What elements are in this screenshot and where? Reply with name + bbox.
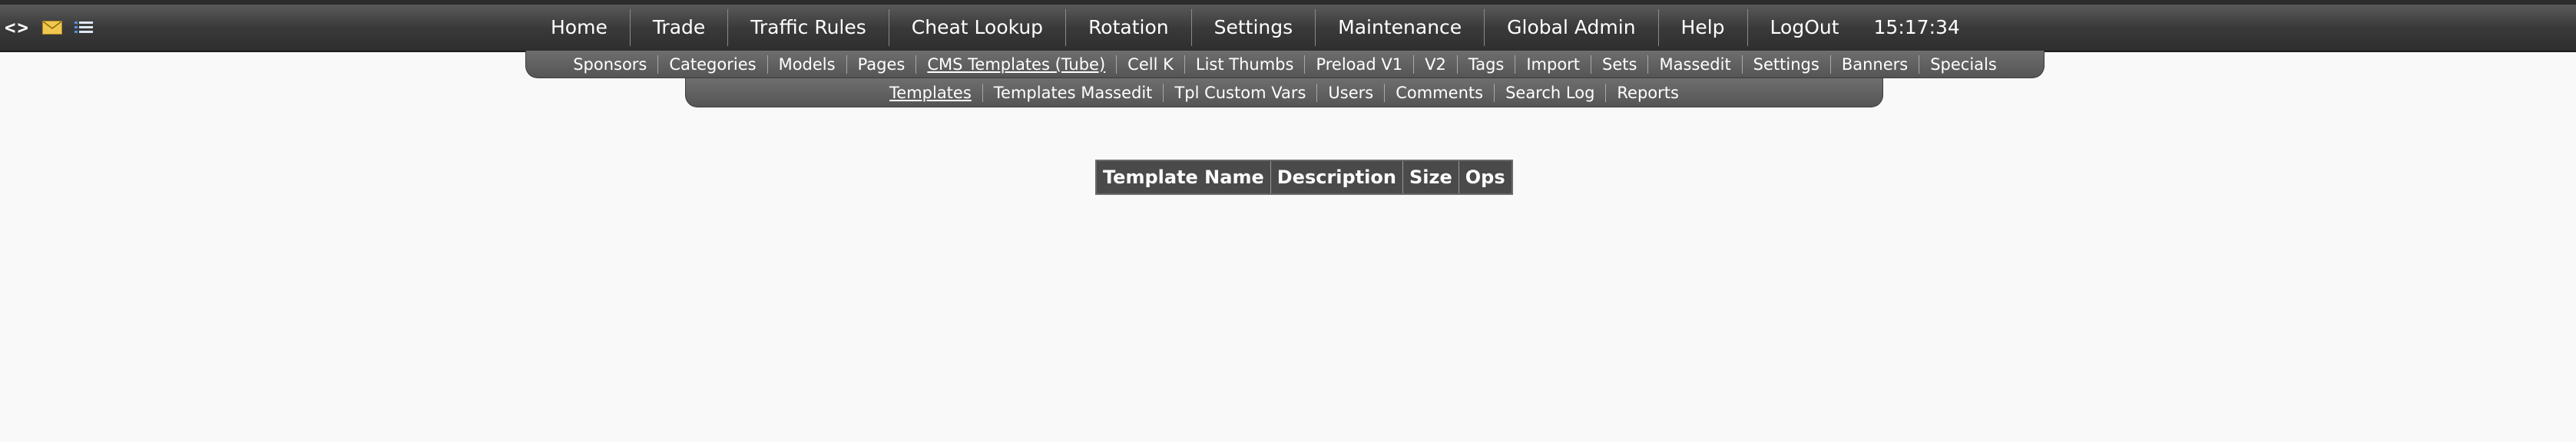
nav-settings[interactable]: Settings xyxy=(1192,9,1316,46)
section-templates-massedit[interactable]: Templates Massedit xyxy=(983,83,1164,102)
subnav-pages[interactable]: Pages xyxy=(847,54,917,74)
list-icon[interactable] xyxy=(74,20,93,35)
nav-home[interactable]: Home xyxy=(528,9,631,46)
subnav-models[interactable]: Models xyxy=(768,54,847,74)
nav-help[interactable]: Help xyxy=(1659,9,1748,46)
subnav-sets[interactable]: Sets xyxy=(1591,54,1649,74)
header-ops: Ops xyxy=(1458,160,1513,195)
section-reports[interactable]: Reports xyxy=(1606,84,1690,102)
templates-table: Template Name Description Size Ops xyxy=(1095,160,1513,195)
subnav-settings[interactable]: Settings xyxy=(1743,54,1831,74)
subnav-specials[interactable]: Specials xyxy=(1919,55,2008,74)
nav-maintenance[interactable]: Maintenance xyxy=(1316,9,1485,46)
section-users[interactable]: Users xyxy=(1317,83,1386,102)
section-templates[interactable]: Templates xyxy=(879,83,983,102)
subnav-list-thumbs[interactable]: List Thumbs xyxy=(1185,54,1306,74)
nav-trade[interactable]: Trade xyxy=(631,9,729,46)
section-tpl-custom-vars[interactable]: Tpl Custom Vars xyxy=(1164,83,1318,102)
subnav-v2[interactable]: V2 xyxy=(1414,54,1458,74)
header-size[interactable]: Size xyxy=(1402,160,1459,195)
nav-cheat-lookup[interactable]: Cheat Lookup xyxy=(889,9,1067,46)
subnav-cms-templates[interactable]: CMS Templates (Tube) xyxy=(916,54,1117,74)
mail-icon[interactable] xyxy=(41,21,62,35)
nav-global-admin[interactable]: Global Admin xyxy=(1485,9,1659,46)
nav-traffic-rules[interactable]: Traffic Rules xyxy=(728,9,889,46)
toolbar-icons: <> xyxy=(5,15,93,40)
subnav-preload-v1[interactable]: Preload V1 xyxy=(1305,54,1415,74)
sub-nav: Sponsors Categories Models Pages CMS Tem… xyxy=(525,51,2045,78)
header-template-name[interactable]: Template Name xyxy=(1095,160,1271,195)
section-comments[interactable]: Comments xyxy=(1385,83,1495,102)
main-nav: Home Trade Traffic Rules Cheat Lookup Ro… xyxy=(528,5,1960,51)
section-search-log[interactable]: Search Log xyxy=(1495,83,1607,102)
subnav-massedit[interactable]: Massedit xyxy=(1648,54,1743,74)
nav-rotation[interactable]: Rotation xyxy=(1066,9,1192,46)
subnav-categories[interactable]: Categories xyxy=(658,54,768,74)
nav-logout[interactable]: LogOut xyxy=(1748,9,1862,46)
subnav-cell-k[interactable]: Cell K xyxy=(1117,54,1185,74)
table-header-row: Template Name Description Size Ops xyxy=(1095,160,1513,195)
code-icon[interactable]: <> xyxy=(5,18,30,37)
subnav-sponsors[interactable]: Sponsors xyxy=(562,54,659,74)
clock: 15:17:34 xyxy=(1873,16,1960,38)
subnav-banners[interactable]: Banners xyxy=(1831,54,1920,74)
subnav-tags[interactable]: Tags xyxy=(1458,54,1516,74)
section-nav: Templates Templates Massedit Tpl Custom … xyxy=(685,78,1883,107)
header-description[interactable]: Description xyxy=(1270,160,1403,195)
subnav-import[interactable]: Import xyxy=(1515,54,1592,74)
